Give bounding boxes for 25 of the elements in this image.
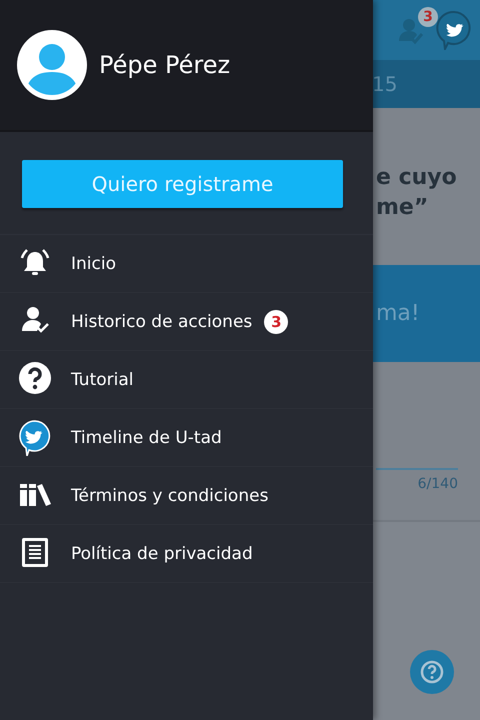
menu-item[interactable]: Política de privacidad	[0, 525, 373, 583]
twitter-bubble-icon	[19, 420, 51, 456]
twitter-bubble-icon[interactable]	[436, 10, 472, 50]
menu-label: Tutorial	[71, 370, 134, 390]
menu-label: Inicio	[71, 254, 116, 274]
menu-item[interactable]: Timeline de U-tad	[0, 409, 373, 467]
menu-item[interactable]: Términos y condiciones	[0, 467, 373, 525]
date-text: 15	[372, 72, 398, 96]
user-name: Pépe Pérez	[99, 51, 230, 79]
question-icon	[419, 659, 445, 685]
menu-item[interactable]: Historico de acciones 3	[0, 293, 373, 351]
character-count: 6/140	[416, 476, 458, 492]
menu-label: Historico de acciones	[71, 312, 252, 332]
menu-label: Términos y condiciones	[71, 486, 268, 506]
notification-badge: 3	[418, 7, 438, 27]
help-button[interactable]	[410, 650, 454, 694]
avatar-icon[interactable]	[17, 30, 87, 100]
heading-text: me”	[376, 194, 430, 222]
banner-text: ma!	[376, 301, 420, 326]
menu-label: Política de privacidad	[71, 544, 253, 564]
count-badge: 3	[264, 310, 288, 334]
heading-text: e cuyo	[376, 164, 458, 192]
menu-item[interactable]: Tutorial	[0, 351, 373, 409]
menu-item[interactable]: Inicio	[0, 235, 373, 293]
menu-label: Timeline de U-tad	[71, 428, 222, 448]
